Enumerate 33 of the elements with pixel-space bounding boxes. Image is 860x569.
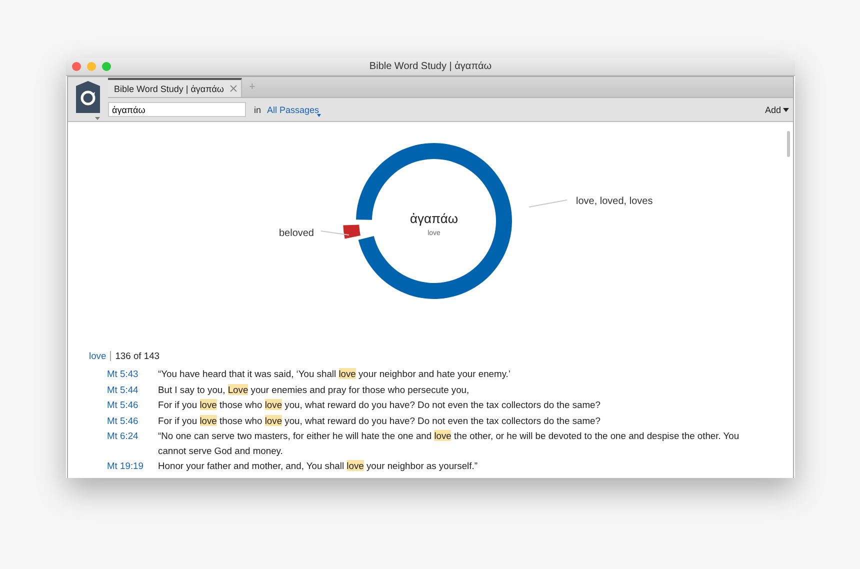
passage-range-link[interactable]: All Passages [267, 104, 322, 114]
verse-reference-link[interactable]: Mt 5:46 [107, 398, 158, 412]
scrollbar-thumb[interactable] [787, 131, 790, 157]
caret-icon[interactable] [95, 117, 100, 120]
verse-reference-link[interactable]: Mt 6:24 [107, 429, 158, 458]
result-count: 136 of 143 [115, 350, 160, 361]
verse-text: For if you love those who love you, what reward do you have? Do not even the tax collectors do the same? [158, 414, 602, 428]
donut-segment[interactable] [356, 143, 512, 299]
verse-text: For if you love those who love you, what reward do you have? Do not even the tax collectors do the same? [158, 398, 602, 412]
verse-reference-link[interactable]: Mt 5:43 [107, 367, 158, 382]
verse-text: “No one can serve two masters, for either he will hate the one and love the other, or he will be devoted to the one and despise the other. You cannot serve God and money. [158, 429, 740, 458]
window-title: Bible Word Study | ἀγαπάω [369, 61, 492, 72]
verse-reference-link[interactable]: Mt 5:44 [107, 382, 158, 397]
donut-segment[interactable] [343, 224, 360, 239]
close-button[interactable] [72, 62, 81, 71]
verse-reference-link[interactable]: Mt 5:46 [107, 414, 158, 428]
search-term-link[interactable]: love [89, 350, 106, 361]
verse-reference-link[interactable]: Mt 19:19 [107, 459, 158, 474]
center-word: ἀγαπάω [410, 211, 458, 226]
add-button[interactable]: Add [764, 104, 789, 114]
close-icon[interactable] [230, 85, 237, 92]
in-label: in [254, 104, 262, 114]
app-logo-icon[interactable] [74, 80, 102, 114]
leader-line [528, 200, 568, 208]
search-field[interactable]: ἀγαπάω [108, 102, 246, 117]
verse-text: Honor your father and mother, and, You shall love your neighbor as yourself.” [158, 459, 478, 473]
zoom-button[interactable] [102, 62, 111, 71]
tab[interactable]: Bible Word Study | ἀγαπάω [108, 78, 242, 97]
verse-text: “You have heard that it was said, ‘You shall love your neighbor and hate your enemy.’ [158, 367, 512, 381]
segment-label: love, loved, loves [576, 196, 653, 207]
segment-label: beloved [278, 228, 314, 239]
leader-line [320, 230, 350, 236]
verse-text: But I say to you, Love your enemies and pray for those who persecute you, [158, 382, 470, 397]
